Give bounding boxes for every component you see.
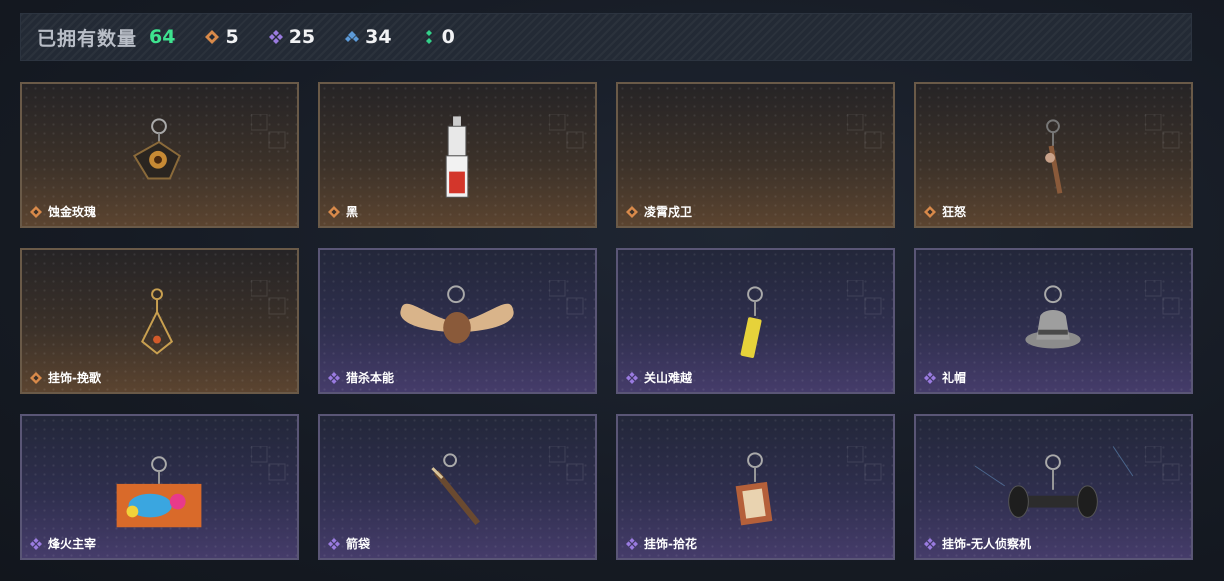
item-card[interactable]: 狂怒	[914, 82, 1193, 228]
item-name: 狂怒	[924, 203, 966, 220]
stat-orange: 5	[205, 26, 239, 48]
purple-diamond-icon	[268, 30, 283, 44]
green-diamond-icon	[425, 30, 432, 44]
item-card[interactable]: 挂饰-无人侦察机	[914, 414, 1193, 560]
blue-diamond-icon	[345, 31, 360, 42]
item-name: 蚀金玫瑰	[30, 203, 96, 220]
purple-diamond-icon	[626, 537, 638, 550]
owned-count: 64	[149, 26, 176, 48]
item-name: 挂饰-无人侦察机	[924, 535, 1031, 552]
item-card[interactable]: 凌霄戍卫	[616, 82, 895, 228]
orange-diamond-icon	[924, 205, 936, 218]
item-name: 凌霄戍卫	[626, 203, 692, 220]
grid-decoration-icon	[847, 114, 882, 149]
rage-charm-icon	[1045, 119, 1063, 194]
moose-antler-charm-icon	[400, 285, 514, 344]
stat-purple: 25	[268, 26, 316, 48]
drone-charm-icon	[974, 446, 1134, 518]
item-card[interactable]: 黑	[318, 82, 597, 228]
orange-diamond-icon	[205, 30, 220, 44]
owned-label: 已拥有数量	[37, 27, 138, 50]
item-name: 礼帽	[924, 369, 966, 386]
item-name: 箭袋	[328, 535, 370, 552]
item-name: 挂饰-挽歌	[30, 369, 101, 386]
black-charm-icon	[445, 116, 469, 198]
purple-diamond-icon	[328, 371, 340, 384]
purple-diamond-icon	[924, 371, 936, 384]
picture-frame-charm-icon	[735, 452, 773, 526]
stat-orange-value: 5	[225, 26, 239, 48]
stat-purple-value: 25	[288, 26, 316, 48]
purple-diamond-icon	[924, 537, 936, 550]
purple-diamond-icon	[626, 371, 638, 384]
quiver-charm-icon	[431, 453, 481, 526]
item-name: 挂饰-拾花	[626, 535, 697, 552]
item-card[interactable]: 关山难越	[616, 248, 895, 394]
top-hat-charm-icon	[1025, 285, 1081, 349]
stat-blue-value: 34	[365, 26, 392, 48]
item-card[interactable]: 礼帽	[914, 248, 1193, 394]
container-charm-icon	[116, 456, 202, 528]
stat-green: 0	[422, 26, 455, 48]
orange-diamond-icon	[30, 205, 42, 218]
item-card[interactable]: 烽火主宰	[20, 414, 299, 560]
item-card[interactable]: 箭袋	[318, 414, 597, 560]
stat-green-value: 0	[441, 26, 455, 48]
stat-blue: 34	[345, 26, 392, 48]
item-card[interactable]: 挂饰-拾花	[616, 414, 895, 560]
purple-diamond-icon	[30, 537, 42, 550]
item-card[interactable]: 猎杀本能	[318, 248, 597, 394]
orange-diamond-icon	[30, 371, 42, 384]
orange-diamond-icon	[328, 205, 340, 218]
item-name: 烽火主宰	[30, 535, 96, 552]
collection-header: 已拥有数量 64 5 25 34 0	[20, 13, 1192, 61]
purple-diamond-icon	[328, 537, 340, 550]
canister-charm-icon	[740, 286, 763, 358]
item-card[interactable]: 挂饰-挽歌	[20, 248, 299, 394]
rose-charm-icon	[132, 118, 181, 180]
elegy-charm-icon	[141, 288, 174, 355]
item-name: 黑	[328, 203, 358, 220]
item-grid: 蚀金玫瑰 黑 凌霄戍卫 狂怒 挂饰-挽歌 猎杀本能 关山难越 礼帽 烽火主宰 箭…	[20, 82, 1193, 560]
item-card[interactable]: 蚀金玫瑰	[20, 82, 299, 228]
orange-diamond-icon	[626, 205, 638, 218]
item-name: 猎杀本能	[328, 369, 394, 386]
item-name: 关山难越	[626, 369, 692, 386]
